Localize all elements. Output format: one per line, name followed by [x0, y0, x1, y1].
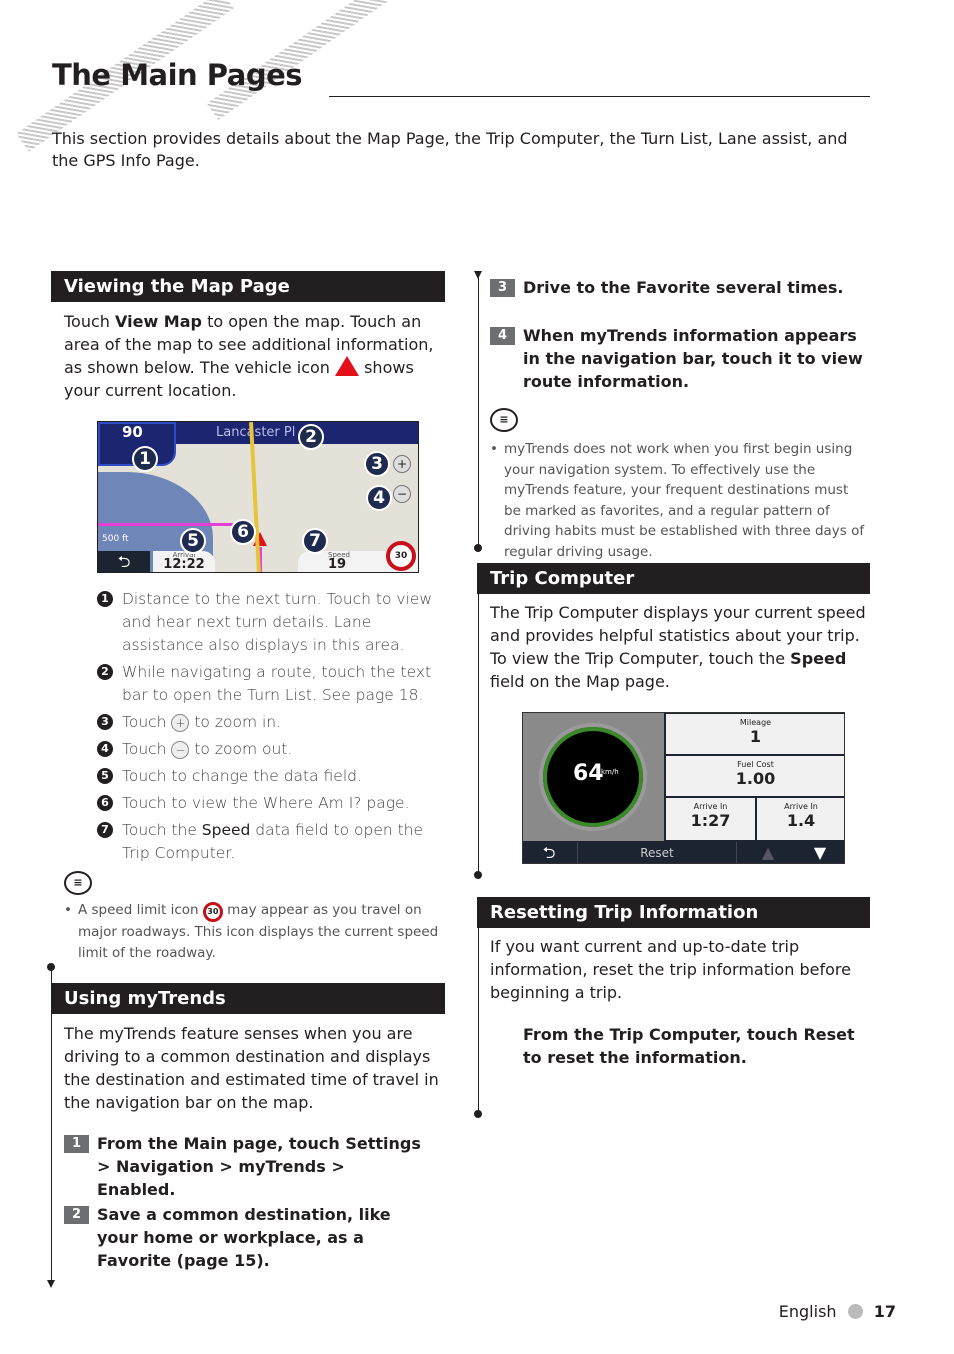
map-scale: 500 ft	[102, 534, 129, 544]
mytrends-note: myTrends does not work when you first be…	[490, 439, 865, 562]
section-heading-mytrends: Using myTrends	[51, 983, 445, 1014]
mileage-field[interactable]: Mileage 1	[666, 714, 844, 754]
list-item: 6 Touch to view the Where Am I? page.	[97, 792, 447, 815]
list-item: 1 Distance to the next turn. Touch to vie…	[97, 588, 447, 657]
callout-2: 2	[298, 424, 324, 450]
trip-computer-screenshot: 64 km/h Mileage 1 Fuel Cost 1.00 Arrive In…	[522, 712, 845, 864]
scroll-up-button[interactable]: ▲	[743, 842, 793, 863]
callout-6: 6	[230, 519, 256, 545]
zoom-out-icon: −	[171, 741, 190, 759]
step-3: 3 Drive to the Favorite several times.	[490, 276, 865, 299]
mytrends-body: The myTrends feature senses when you are…	[64, 1024, 439, 1112]
map-page-screenshot: 90 Lancaster Pl 500 ft ⮌ Arrival 12:22 Sp…	[97, 421, 419, 573]
column-line	[478, 275, 479, 548]
speed-unit: km/h	[601, 768, 619, 776]
callout-1: 1	[132, 446, 158, 472]
section-heading-map: Viewing the Map Page	[51, 271, 445, 302]
footer: English 17	[779, 1302, 896, 1321]
section-heading-reset: Resetting Trip Information	[477, 897, 870, 928]
column-marker	[474, 544, 482, 552]
continue-arrow	[47, 1280, 55, 1288]
list-item: 2 While navigating a route, touch the tex…	[97, 661, 447, 707]
page-number: 17	[873, 1302, 896, 1321]
callout-list: 1 Distance to the next turn. Touch to vie…	[97, 588, 447, 869]
column-line	[478, 594, 479, 875]
scroll-down-button[interactable]: ▼	[795, 842, 844, 863]
speed-limit-note: A speed limit icon 30 may appear as you …	[64, 900, 448, 963]
step-1: 1 From the Main page, touch Settings > Na…	[64, 1132, 424, 1201]
step-4: 4 When myTrends information appears in th…	[490, 324, 865, 393]
footer-dot	[847, 1304, 863, 1319]
title-rule	[329, 96, 870, 97]
reset-body: If you want current and up-to-date trip …	[490, 937, 851, 1002]
callout-4: 4	[366, 485, 392, 511]
trip-body: The Trip Computer displays your current …	[490, 603, 866, 691]
vehicle-icon	[335, 356, 359, 376]
callout-3: 3	[364, 451, 390, 477]
callout-5: 5	[180, 528, 206, 554]
zoom-out-button[interactable]: −	[393, 485, 411, 503]
language-label: English	[778, 1302, 837, 1321]
column-line	[51, 967, 52, 1280]
map-intro: Touch View Map to open the map. Touch an…	[64, 312, 434, 400]
list-item: 4 Touch − to zoom out.	[97, 738, 447, 761]
column-marker	[474, 871, 482, 879]
list-item: 3 Touch + to zoom in.	[97, 711, 447, 734]
callout-7: 7	[302, 528, 328, 554]
zoom-in-icon: +	[171, 714, 190, 732]
reset-step: From the Trip Computer, touch Reset to r…	[523, 1025, 855, 1067]
back-button[interactable]: ⮌	[523, 842, 575, 863]
note-icon: ≡	[490, 408, 518, 432]
list-item: 5 Touch to change the data field.	[97, 765, 447, 788]
arrival-field[interactable]: Arrival 12:22	[153, 551, 215, 572]
fuel-cost-field[interactable]: Fuel Cost 1.00	[666, 756, 844, 796]
note-icon: ≡	[64, 871, 92, 895]
back-button[interactable]: ⮌	[98, 551, 150, 572]
column-line	[478, 928, 479, 1114]
section-heading-trip: Trip Computer	[477, 563, 870, 594]
turn-distance: 90	[122, 423, 143, 441]
speed-limit-icon: 30	[386, 541, 416, 571]
arrive-in-time-field[interactable]: Arrive In 1:27	[666, 798, 755, 840]
zoom-in-button[interactable]: +	[393, 455, 411, 473]
reset-button[interactable]: Reset	[577, 842, 737, 863]
column-marker	[474, 1110, 482, 1118]
list-item: 7 Touch the Speed data field to open the …	[97, 819, 447, 865]
current-speed: 64	[573, 761, 604, 786]
arrive-in-distance-field[interactable]: Arrive In 1.4	[757, 798, 844, 840]
step-2: 2 Save a common destination, like your ho…	[64, 1203, 424, 1272]
page-title: The Main Pages	[52, 58, 303, 92]
intro-text: This section provides details about the …	[52, 129, 848, 170]
street-name: Lancaster Pl	[216, 425, 296, 440]
speed-limit-icon: 30	[202, 902, 223, 922]
